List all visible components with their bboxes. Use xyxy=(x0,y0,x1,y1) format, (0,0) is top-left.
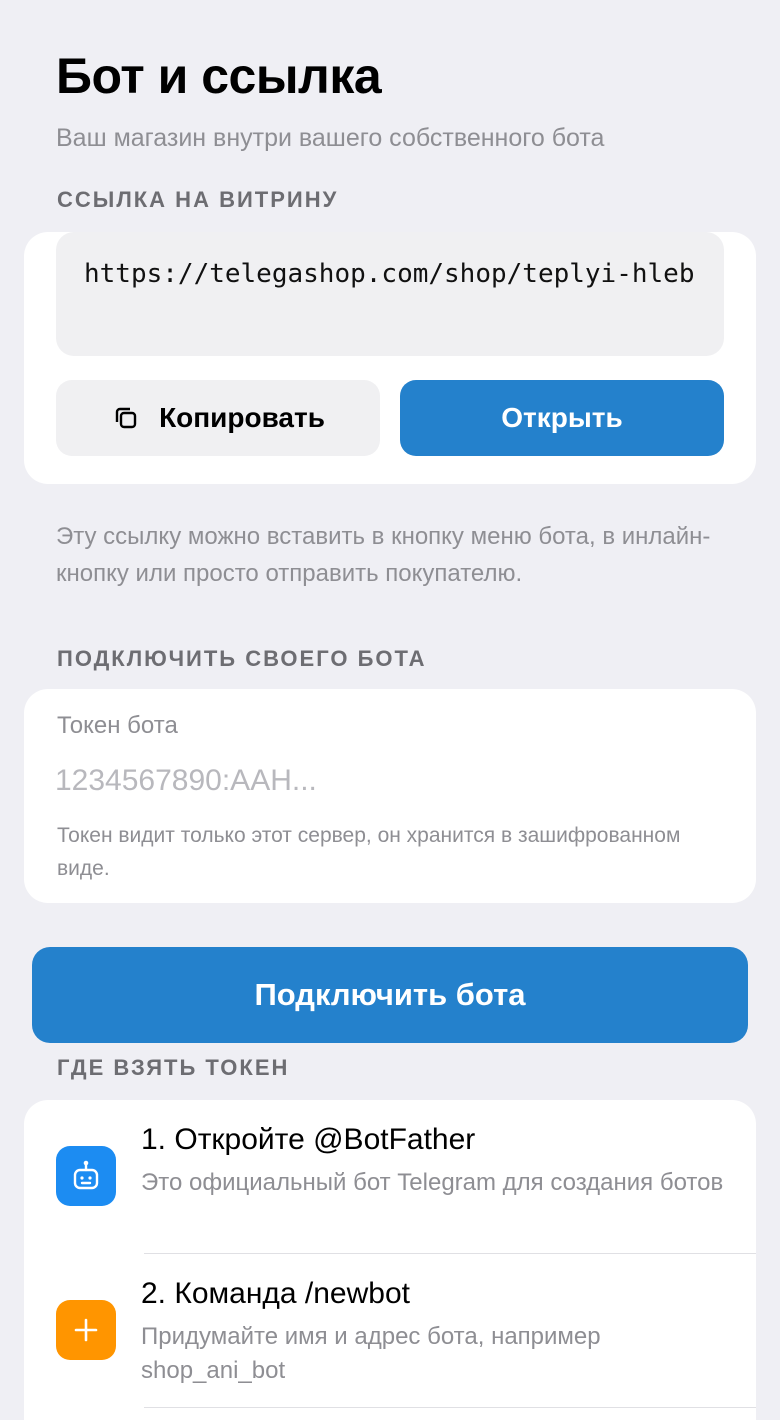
bot-token-label: Токен бота xyxy=(57,712,178,739)
storefront-link-card: https://telegashop.com/shop/teplyi-hleb … xyxy=(24,232,756,484)
divider xyxy=(144,1407,756,1408)
connect-bot-button[interactable]: Подключить бота xyxy=(32,947,748,1043)
howto-step-2[interactable]: 2. Команда /newbot Придумайте имя и адре… xyxy=(24,1254,756,1408)
page-subtitle: Ваш магазин внутри вашего собственного б… xyxy=(56,124,605,152)
bot-token-hint: Токен видит только этот сервер, он храни… xyxy=(57,824,681,880)
howto-section-label: ГДЕ ВЗЯТЬ ТОКЕН xyxy=(57,1055,290,1080)
connect-bot-section-label: ПОДКЛЮЧИТЬ СВОЕГО БОТА xyxy=(57,646,427,671)
plus-icon xyxy=(56,1300,116,1360)
robot-icon xyxy=(56,1146,116,1206)
open-button[interactable]: Открыть xyxy=(400,380,724,456)
howto-step-description: Придумайте имя и адрес бота, например sh… xyxy=(141,1323,601,1384)
howto-step-1[interactable]: 1. Откройте @BotFather Это официальный б… xyxy=(24,1100,756,1254)
howto-steps-card: 1. Откройте @BotFather Это официальный б… xyxy=(24,1100,756,1420)
bot-token-input[interactable] xyxy=(55,759,715,803)
storefront-section-label: ССЫЛКА НА ВИТРИНУ xyxy=(57,187,339,212)
bot-and-link-screen: Бот и ссылка Ваш магазин внутри вашего с… xyxy=(0,0,780,1420)
howto-step-title: 2. Команда /newbot xyxy=(141,1277,410,1310)
storefront-link-note: Эту ссылку можно вставить в кнопку меню … xyxy=(56,523,711,587)
bot-token-card: Токен бота Токен видит только этот серве… xyxy=(24,689,756,903)
copy-button[interactable]: Копировать xyxy=(56,380,380,456)
open-button-label: Открыть xyxy=(501,402,623,433)
page-title: Бот и ссылка xyxy=(56,48,382,104)
storefront-url[interactable]: https://telegashop.com/shop/teplyi-hleb xyxy=(56,232,724,356)
copy-button-label: Копировать xyxy=(159,402,325,433)
howto-step-description: Это официальный бот Telegram для создани… xyxy=(141,1169,724,1196)
connect-bot-button-label: Подключить бота xyxy=(254,977,526,1012)
howto-step-title: 1. Откройте @BotFather xyxy=(141,1123,476,1156)
copy-icon xyxy=(111,403,141,433)
